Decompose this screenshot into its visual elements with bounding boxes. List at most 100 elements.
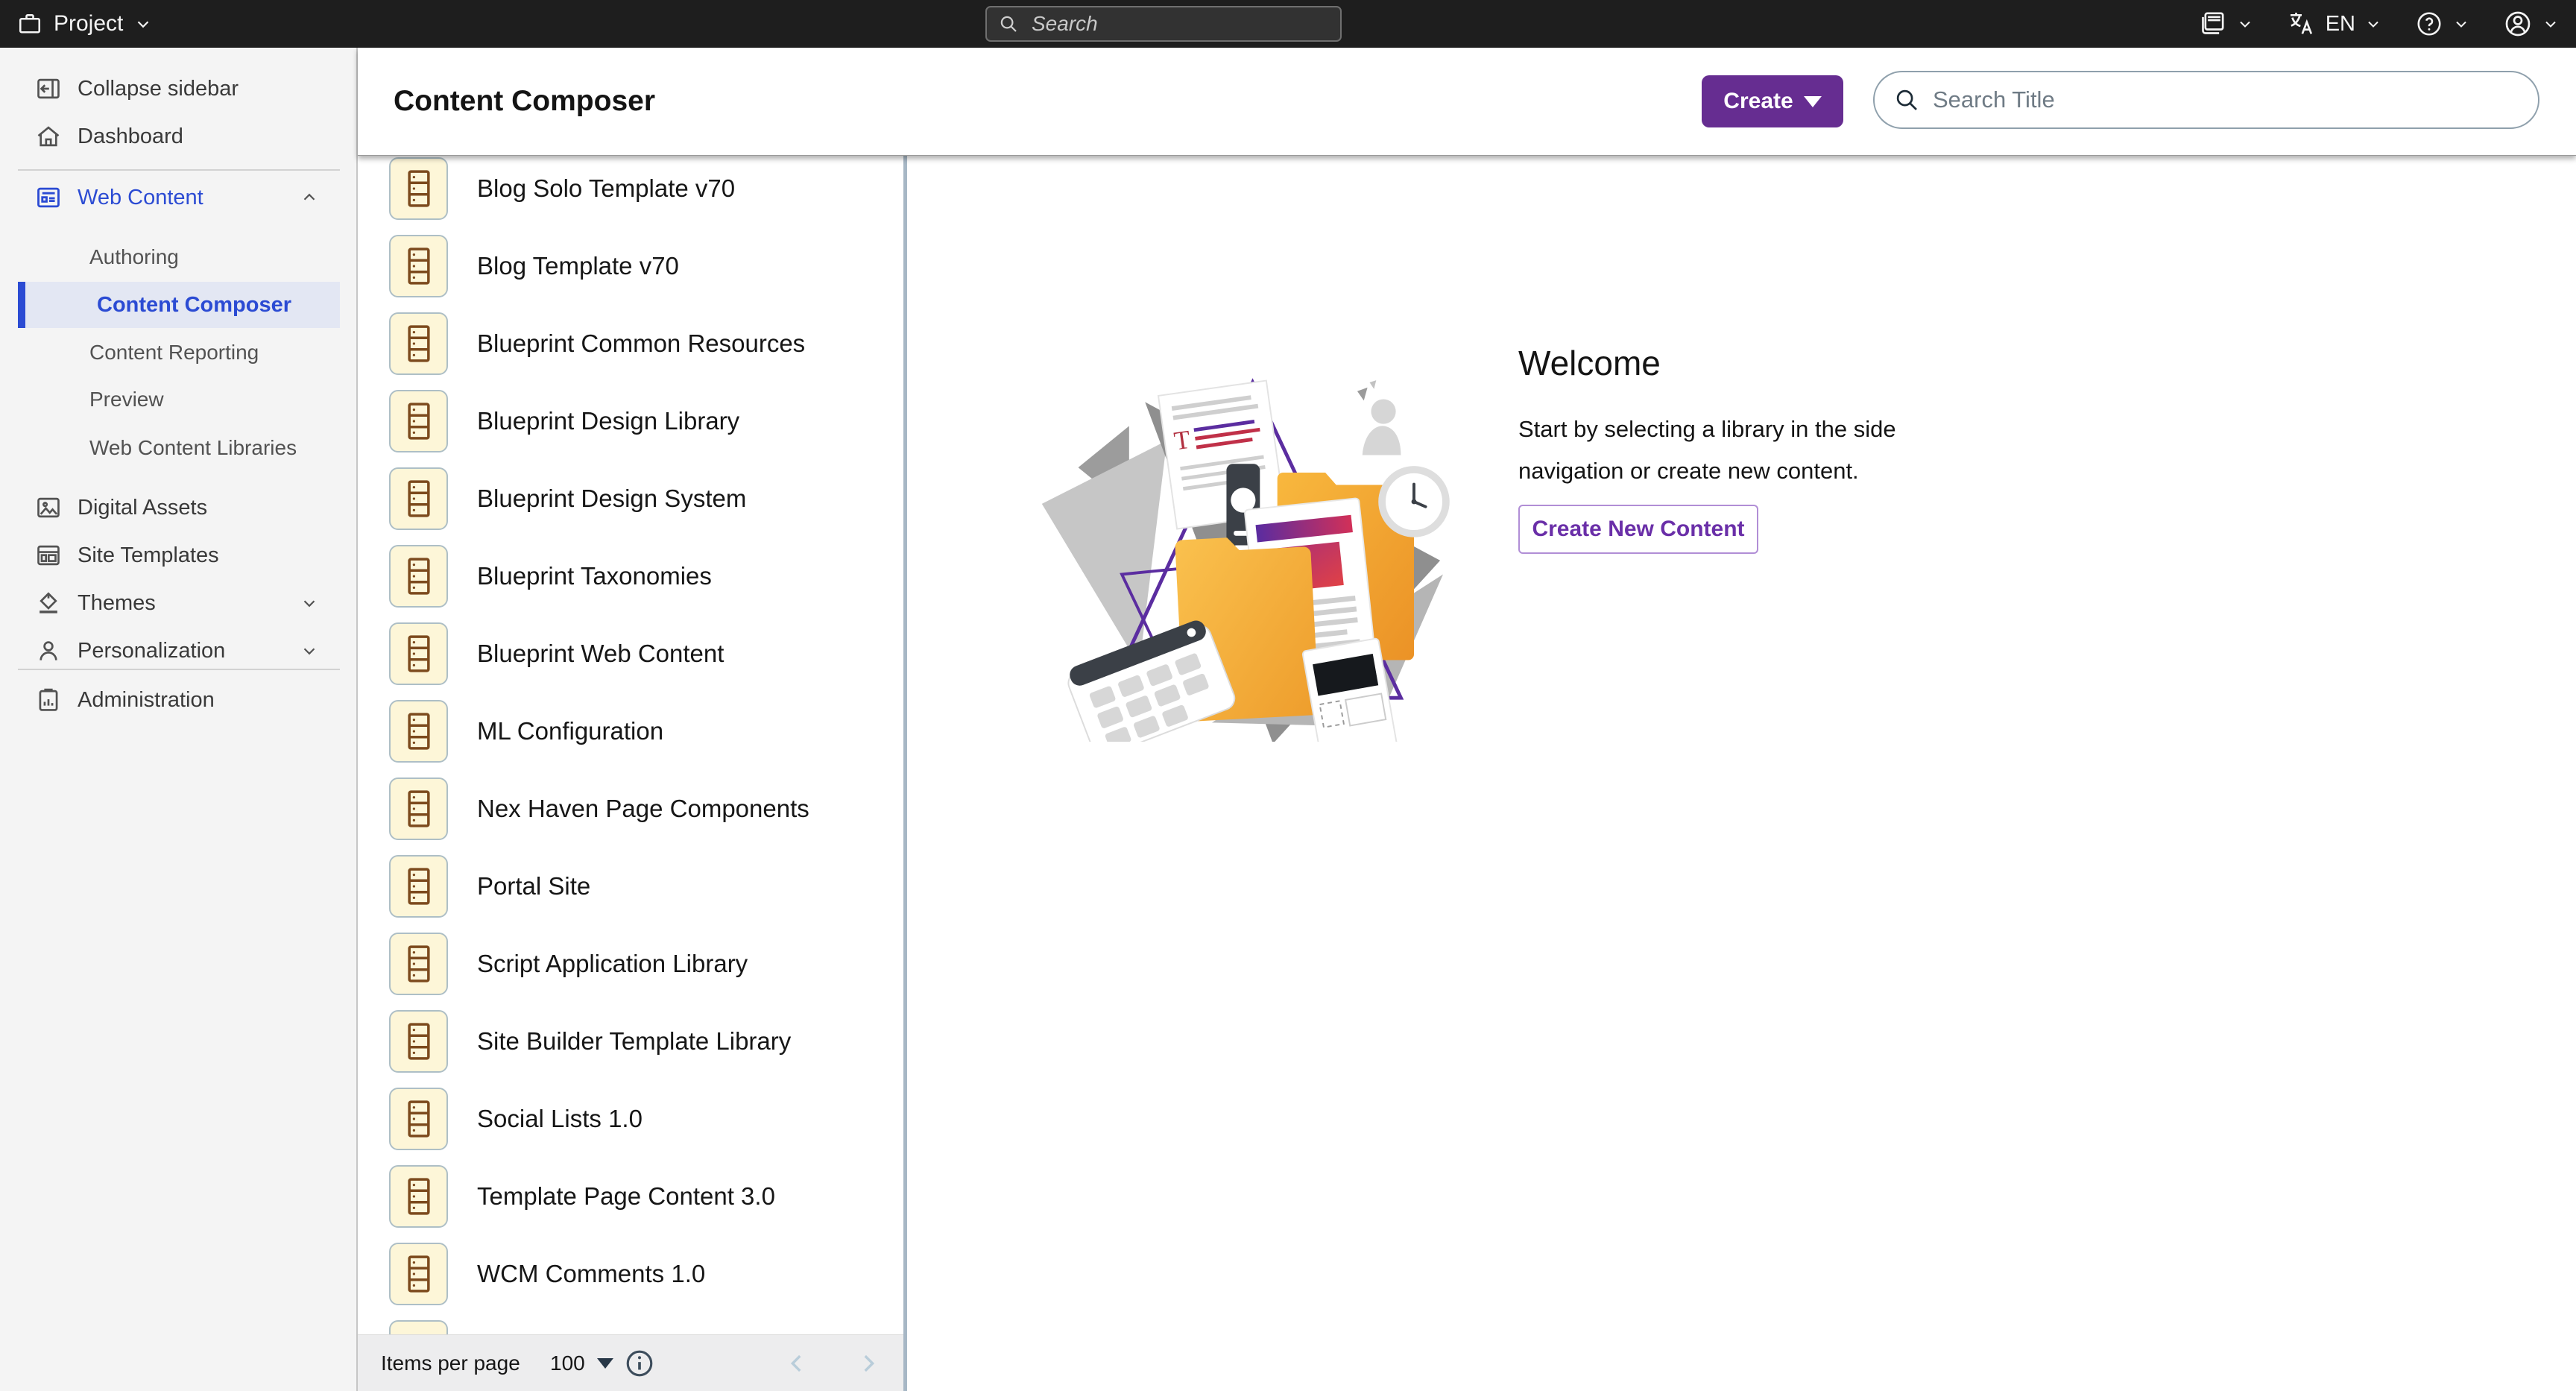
sidebar-item-administration[interactable]: Administration	[0, 682, 358, 718]
sidebar-item-preview[interactable]: Preview	[0, 382, 358, 417]
sidebar-item-themes[interactable]: Themes	[0, 585, 358, 621]
library-icon	[389, 467, 448, 530]
sidebar-item-label: Dashboard	[78, 124, 183, 149]
welcome-illustration: T	[1036, 317, 1472, 742]
sidebar-item-personalization[interactable]: Personalization	[0, 633, 358, 669]
library-row[interactable]: Site Builder Template Library	[358, 1010, 903, 1073]
briefcase-icon	[16, 10, 43, 37]
welcome-message: Start by selecting a library in the side…	[1518, 409, 1925, 492]
chevron-down-icon[interactable]	[300, 641, 319, 660]
library-icon	[389, 1243, 448, 1305]
library-row[interactable]: Blog Solo Template v70	[358, 157, 903, 220]
sidebar: Collapse sidebar Dashboard	[0, 48, 358, 1391]
web-content-icon	[34, 183, 63, 212]
previous-page-button[interactable]	[784, 1351, 809, 1376]
library-row-partial	[358, 1320, 903, 1334]
sidebar-item-label: Web Content	[78, 186, 203, 210]
library-row[interactable]: Blueprint Design System	[358, 467, 903, 530]
chevron-down-icon[interactable]	[300, 593, 319, 613]
theme-icon	[34, 589, 63, 617]
content-composer-app: Project	[0, 0, 2576, 1391]
welcome-area: T	[907, 155, 2576, 1391]
layout-icon	[34, 541, 63, 570]
chevron-down-icon	[2452, 15, 2470, 33]
collapse-sidebar-icon	[34, 75, 63, 103]
top-bar-actions: EN	[2197, 0, 2560, 48]
global-search	[985, 6, 1342, 42]
sidebar-divider	[18, 169, 340, 171]
image-icon	[34, 493, 63, 522]
chevron-down-icon	[2236, 15, 2254, 33]
sidebar-item-web-content-libraries[interactable]: Web Content Libraries	[0, 430, 358, 466]
library-row[interactable]: Nex Haven Page Components	[358, 777, 903, 840]
library-row[interactable]: Blog Template v70	[358, 235, 903, 297]
library-panel-scrollbar[interactable]	[903, 155, 907, 1391]
chevron-up-icon[interactable]	[300, 188, 319, 207]
search-icon	[997, 13, 1020, 35]
home-icon	[34, 122, 63, 151]
collapse-sidebar-label: Collapse sidebar	[78, 77, 239, 101]
caret-down-icon	[597, 1358, 613, 1369]
help-menu[interactable]	[2415, 10, 2470, 38]
library-row[interactable]: Blueprint Common Resources	[358, 312, 903, 375]
library-row[interactable]: Blueprint Taxonomies	[358, 545, 903, 608]
sidebar-item-label: Administration	[78, 688, 215, 713]
collapse-sidebar-button[interactable]: Collapse sidebar	[0, 71, 358, 107]
create-button[interactable]: Create	[1702, 75, 1843, 127]
create-new-content-button[interactable]: Create New Content	[1518, 505, 1758, 554]
library-icon	[389, 312, 448, 375]
sidebar-item-content-reporting[interactable]: Content Reporting	[0, 335, 358, 370]
library-icon	[389, 157, 448, 220]
library-icon	[389, 1320, 448, 1334]
library-row[interactable]: Blueprint Web Content	[358, 622, 903, 685]
items-per-page-select[interactable]: 100	[550, 1351, 613, 1375]
sidebar-item-dashboard[interactable]: Dashboard	[0, 119, 358, 154]
project-label: Project	[54, 11, 123, 37]
library-icon	[389, 777, 448, 840]
sidebar-item-label: Site Templates	[78, 543, 219, 568]
pagination-bar: Items per page 100	[358, 1334, 903, 1391]
project-menu[interactable]: Project	[16, 0, 153, 48]
sidebar-item-label: Digital Assets	[78, 496, 207, 520]
content-stack-menu[interactable]	[2197, 9, 2254, 39]
top-bar: Project	[0, 0, 2576, 48]
library-row[interactable]: Portal Site	[358, 855, 903, 918]
library-icon	[389, 622, 448, 685]
sidebar-item-digital-assets[interactable]: Digital Assets	[0, 490, 358, 526]
library-row[interactable]: ML Configuration	[358, 700, 903, 763]
search-icon	[1892, 86, 1921, 114]
library-row[interactable]: Social Lists 1.0	[358, 1088, 903, 1150]
next-page-button[interactable]	[856, 1351, 881, 1376]
chevron-down-icon	[2364, 15, 2382, 33]
library-row[interactable]: Script Application Library	[358, 933, 903, 995]
library-row[interactable]: Blueprint Design Library	[358, 390, 903, 452]
library-icon	[389, 855, 448, 918]
translate-icon	[2287, 9, 2317, 39]
library-row[interactable]: Template Page Content 3.0	[358, 1165, 903, 1228]
sidebar-item-content-composer-selected[interactable]: Content Composer	[18, 282, 340, 328]
clipboard-icon	[34, 686, 63, 714]
sidebar-item-authoring[interactable]: Authoring	[0, 239, 358, 275]
page-title: Content Composer	[394, 85, 655, 118]
library-icon	[389, 1010, 448, 1073]
info-icon[interactable]	[623, 1347, 656, 1380]
library-list-panel: Blog Solo Template v70 Blog Template v70…	[358, 155, 903, 1391]
avatar-icon	[2503, 9, 2533, 39]
profile-menu[interactable]	[2503, 9, 2560, 39]
chevron-down-icon	[133, 14, 153, 34]
sidebar-item-web-content[interactable]: Web Content	[0, 180, 358, 215]
language-menu[interactable]: EN	[2287, 9, 2382, 39]
help-icon	[2415, 10, 2443, 38]
sidebar-divider	[18, 669, 340, 670]
welcome-title: Welcome	[1518, 343, 1661, 383]
page-header: Content Composer Create	[358, 48, 2576, 156]
library-icon	[389, 545, 448, 608]
sidebar-item-site-templates[interactable]: Site Templates	[0, 537, 358, 573]
caret-down-icon	[1804, 96, 1822, 107]
library-icon	[389, 933, 448, 995]
sidebar-item-label: Themes	[78, 591, 156, 616]
person-icon	[34, 637, 63, 665]
title-search-input[interactable]	[1931, 86, 2520, 114]
library-row[interactable]: WCM Comments 1.0	[358, 1243, 903, 1305]
global-search-input[interactable]	[1030, 11, 1330, 37]
